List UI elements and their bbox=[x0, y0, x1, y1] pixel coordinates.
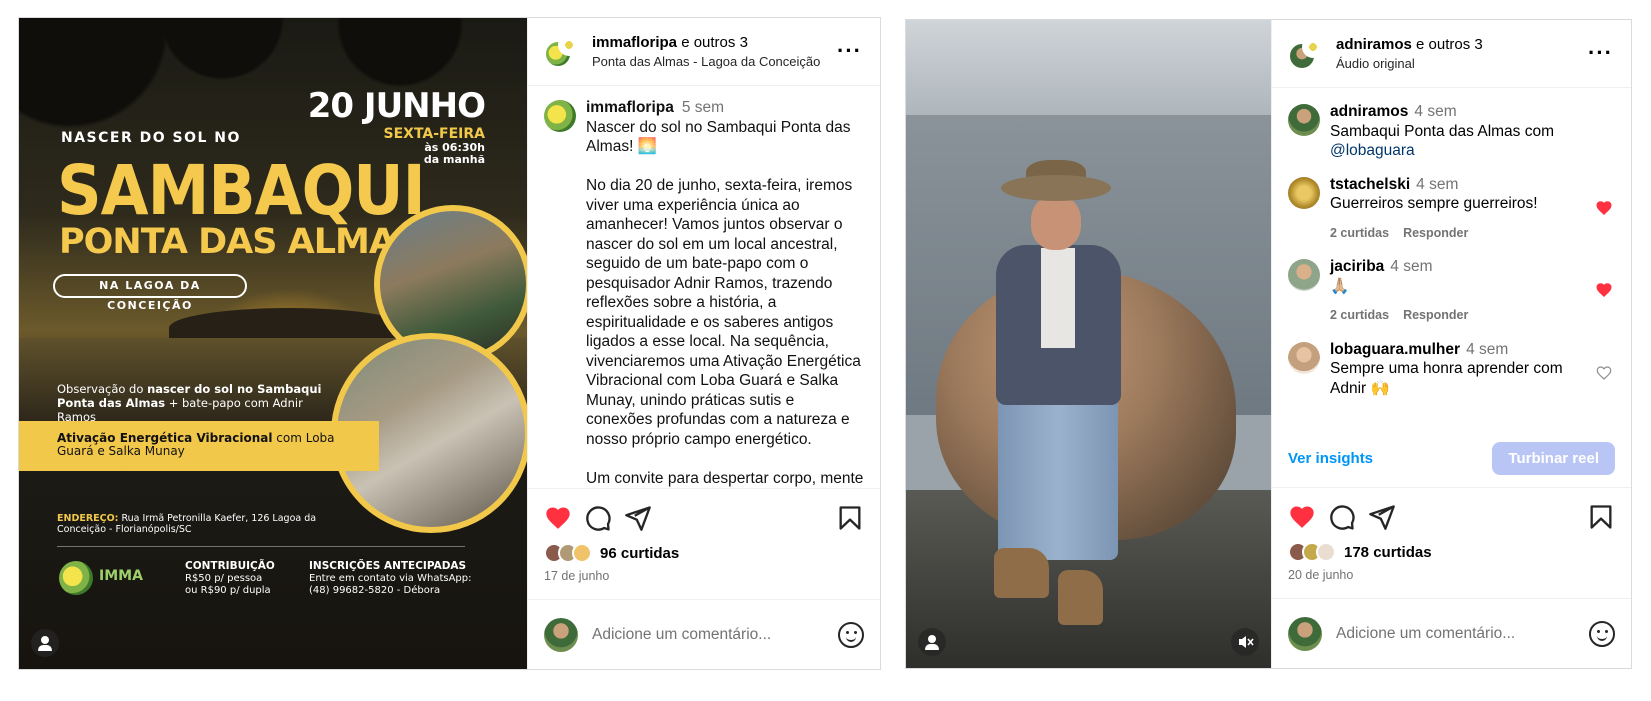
avatar[interactable] bbox=[1288, 341, 1320, 374]
post-sidebar: adniramos e outros 3 Áudio original ··· … bbox=[1271, 20, 1631, 668]
post-image-poster[interactable]: 20 JUNHO SEXTA-FEIRA às 06:30h da manhã … bbox=[19, 18, 527, 669]
comment-item: tstachelski 4 sem Guerreiros sempre guerr… bbox=[1288, 175, 1615, 244]
author-username[interactable]: immafloripa bbox=[592, 34, 677, 51]
post-location[interactable]: Ponta das Almas - Lagoa da Conceição bbox=[592, 54, 820, 69]
post-date[interactable]: 17 de junho bbox=[544, 569, 864, 583]
comment-text: 🙏🏼 bbox=[1330, 277, 1350, 295]
comment-mention[interactable]: @lobaguara bbox=[1330, 142, 1415, 159]
author-username[interactable]: adniramos bbox=[1336, 36, 1412, 53]
liker-avatars[interactable] bbox=[1288, 542, 1336, 562]
liker-avatars[interactable] bbox=[544, 543, 592, 563]
avatar[interactable] bbox=[1288, 259, 1320, 291]
comment-box bbox=[1272, 598, 1631, 668]
comment-time: 4 sem bbox=[1414, 103, 1457, 120]
comment-likes[interactable]: 2 curtidas bbox=[1330, 308, 1389, 322]
comment-input[interactable] bbox=[592, 625, 838, 644]
comments-scroll[interactable]: adniramos 4 sem Sambaqui Ponta das Almas … bbox=[1272, 88, 1631, 430]
comment-username[interactable]: tstachelski bbox=[1330, 176, 1410, 193]
comment-username[interactable]: lobaguara.mulher bbox=[1330, 341, 1460, 358]
poster-inscricoes: INSCRIÇÕES ANTECIPADAS Entre em contato v… bbox=[309, 560, 472, 596]
reply-button[interactable]: Responder bbox=[1403, 226, 1468, 240]
poster-title-2: PONTA DAS ALMAS bbox=[59, 222, 420, 262]
post-adniramos: adniramos e outros 3 Áudio original ··· … bbox=[905, 19, 1632, 669]
collab-avatars[interactable] bbox=[1288, 35, 1324, 72]
comment-icon[interactable] bbox=[1328, 503, 1356, 531]
poster-lagoa-badge: NA LAGOA DA CONCEIÇÃO bbox=[53, 274, 247, 312]
poster-date: 20 JUNHO bbox=[307, 86, 486, 126]
caption-time: 5 sem bbox=[681, 99, 725, 116]
poster-title: SAMBAQUI bbox=[57, 150, 426, 231]
more-options-icon[interactable]: ··· bbox=[837, 40, 862, 62]
comment-like-heart-icon[interactable] bbox=[1595, 199, 1613, 217]
event-poster: 20 JUNHO SEXTA-FEIRA às 06:30h da manhã … bbox=[19, 18, 527, 669]
comment-text: Sambaqui Ponta das Almas com bbox=[1330, 122, 1555, 140]
caption: immafloripa 5 sem Nascer do sol no Sambaq… bbox=[544, 98, 864, 488]
comment-text: Sempre uma honra aprender com Adnir 🙌 bbox=[1330, 360, 1563, 397]
comment-input[interactable] bbox=[1336, 624, 1589, 643]
comment-username[interactable]: adniramos bbox=[1330, 103, 1408, 120]
more-options-icon[interactable]: ··· bbox=[1588, 42, 1613, 64]
comment-time: 4 sem bbox=[1466, 340, 1509, 358]
view-insights-link[interactable]: Ver insights bbox=[1288, 450, 1373, 467]
post-immafloripa: 20 JUNHO SEXTA-FEIRA às 06:30h da manhã … bbox=[18, 17, 881, 670]
action-bar: 178 curtidas 20 de junho bbox=[1272, 488, 1631, 582]
avatar bbox=[544, 617, 578, 652]
poster-address: ENDEREÇO: Rua Irmã Petronilla Kaefer, 12… bbox=[57, 513, 317, 535]
poster-contribuicao: CONTRIBUIÇÃO R$50 p/ pessoa ou R$90 p/ du… bbox=[185, 560, 275, 596]
avatar[interactable] bbox=[544, 100, 576, 132]
poster-observacao: Observação do nascer do sol no Sambaqui … bbox=[57, 382, 322, 424]
tagged-users-icon[interactable] bbox=[31, 629, 59, 657]
comments-scroll[interactable]: immafloripa 5 sem Nascer do sol no Sambaq… bbox=[528, 86, 880, 488]
comment-text: Guerreiros sempre guerreiros! bbox=[1330, 195, 1538, 212]
likes-count[interactable]: 178 curtidas bbox=[1344, 544, 1432, 561]
like-heart-icon[interactable] bbox=[544, 504, 572, 532]
comment-like-heart-icon[interactable] bbox=[1595, 281, 1613, 299]
audio-label[interactable]: Áudio original bbox=[1336, 56, 1483, 71]
reel-video[interactable] bbox=[906, 20, 1271, 668]
poster-ativacao: Ativação Energética Vibracional com Loba… bbox=[57, 431, 335, 458]
comment-item: lobaguara.mulher 4 sem Sempre uma honra a… bbox=[1288, 340, 1615, 399]
imma-logo bbox=[59, 561, 93, 595]
boost-reel-button[interactable]: Turbinar reel bbox=[1492, 442, 1615, 475]
action-bar: 96 curtidas 17 de junho bbox=[528, 488, 880, 583]
comment-icon[interactable] bbox=[584, 504, 612, 532]
comment-box bbox=[528, 599, 880, 669]
comment-item: jaciriba 4 sem 🙏🏼 2 curtidas Responder bbox=[1288, 257, 1615, 326]
caption-text: Nascer do sol no Sambaqui Ponta das Alma… bbox=[586, 118, 864, 487]
poster-subtitle: NASCER DO SOL NO bbox=[61, 130, 241, 146]
reply-button[interactable]: Responder bbox=[1403, 308, 1468, 322]
tagged-users-icon[interactable] bbox=[918, 628, 946, 656]
collab-suffix[interactable]: e outros 3 bbox=[677, 34, 748, 51]
comment-username[interactable]: jaciriba bbox=[1330, 258, 1384, 275]
post-sidebar: immafloripa e outros 3 Ponta das Almas -… bbox=[527, 18, 880, 669]
post-header: immafloripa e outros 3 Ponta das Almas -… bbox=[528, 18, 880, 86]
share-icon[interactable] bbox=[624, 504, 652, 532]
muted-audio-icon[interactable] bbox=[1231, 628, 1259, 656]
emoji-icon[interactable] bbox=[838, 621, 864, 648]
poster-weekday: SEXTA-FEIRA bbox=[383, 126, 486, 142]
share-icon[interactable] bbox=[1368, 503, 1396, 531]
avatar[interactable] bbox=[1288, 176, 1320, 209]
comment-time: 4 sem bbox=[1390, 258, 1433, 275]
avatar bbox=[1288, 616, 1322, 651]
insights-row: Ver insights Turbinar reel bbox=[1272, 430, 1631, 488]
collab-avatars[interactable] bbox=[544, 33, 580, 70]
imma-logo-text: IMMA bbox=[99, 568, 143, 584]
bookmark-icon[interactable] bbox=[836, 504, 864, 532]
comment-like-heart-icon[interactable] bbox=[1595, 364, 1613, 382]
bookmark-icon[interactable] bbox=[1587, 503, 1615, 531]
comment-item: adniramos 4 sem Sambaqui Ponta das Almas … bbox=[1288, 102, 1615, 161]
collab-suffix[interactable]: e outros 3 bbox=[1412, 36, 1483, 53]
avatar[interactable] bbox=[1288, 104, 1320, 136]
post-date[interactable]: 20 de junho bbox=[1288, 568, 1615, 582]
comment-time: 4 sem bbox=[1416, 175, 1459, 193]
likes-count[interactable]: 96 curtidas bbox=[600, 545, 679, 562]
caption-username[interactable]: immafloripa bbox=[586, 99, 674, 116]
like-heart-icon[interactable] bbox=[1288, 503, 1316, 531]
comment-likes[interactable]: 2 curtidas bbox=[1330, 226, 1389, 240]
emoji-icon[interactable] bbox=[1589, 620, 1615, 647]
post-header: adniramos e outros 3 Áudio original ··· bbox=[1272, 20, 1631, 88]
